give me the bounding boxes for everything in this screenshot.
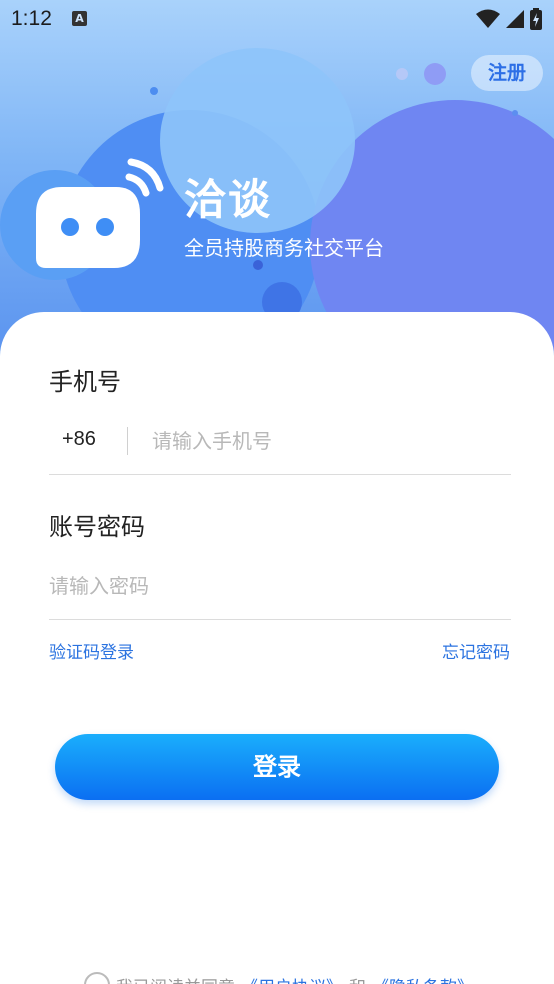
agree-checkbox[interactable] [84,972,110,984]
status-bar: 1:12 A [0,0,554,40]
divider [49,619,511,620]
privacy-policy-link[interactable]: 《隐私条款》 [372,973,474,984]
status-icons [476,8,542,30]
signal-icon [506,10,524,28]
login-button[interactable]: 登录 [55,734,499,800]
status-time: 1:12 [11,7,52,30]
phone-input[interactable] [152,424,502,458]
forgot-password-link[interactable]: 忘记密码 [442,638,510,663]
country-code-selector[interactable]: +86 [62,428,96,451]
agreement-conjunction: 和 [349,973,366,984]
agreement-text: 我已阅读并同意 [116,973,235,984]
user-agreement-link[interactable]: 《用户协议》 [241,973,343,984]
battery-icon [530,8,542,30]
wifi-icon [476,9,500,28]
decor-dot [424,63,446,85]
app-name: 洽谈 [184,175,273,224]
password-label: 账号密码 [49,513,145,541]
register-button[interactable]: 注册 [471,55,543,91]
app-slogan: 全员持股商务社交平台 [184,236,384,260]
phone-label: 手机号 [49,368,121,396]
decor-dot [150,87,158,95]
decor-dot [253,260,263,270]
agreement-row: 我已阅读并同意 《用户协议》 和 《隐私条款》 [84,972,474,984]
decor-dot [512,110,518,116]
divider [127,427,128,455]
app-logo-icon [36,158,164,268]
notification-a-icon: A [72,11,87,26]
divider [49,474,511,475]
login-card: 手机号 +86 账号密码 验证码登录 忘记密码 登录 我已阅读并同意 《用户协议… [0,312,554,984]
decor-dot [396,68,408,80]
password-input[interactable] [49,569,499,603]
sms-login-link[interactable]: 验证码登录 [49,638,134,663]
hero-banner: 1:12 A 注册 洽谈 全员持股商务社交平台 [0,0,554,360]
